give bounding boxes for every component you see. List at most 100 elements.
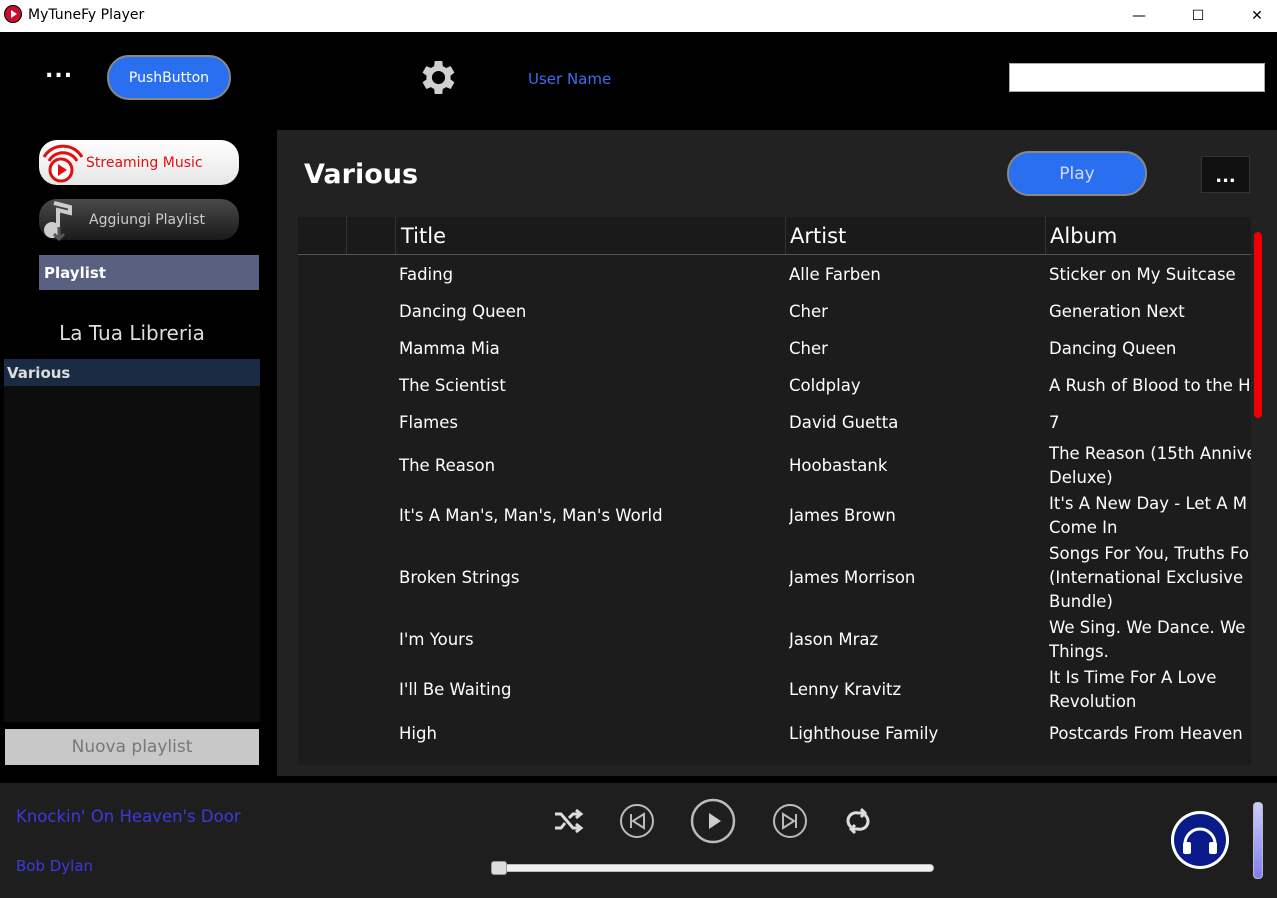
table-row[interactable]: I'm Yours Jason Mraz We Sing. We Dance. We… <box>298 615 1251 665</box>
album-line: Songs For You, Truths Fo <box>1049 544 1249 563</box>
app-logo-icon <box>4 5 22 23</box>
track-album: A Rush of Blood to the H <box>1049 374 1251 398</box>
window-title: MyTuneFy Player <box>28 7 145 23</box>
track-artist: Coldplay <box>789 375 861 395</box>
album-line: Bundle) <box>1049 592 1113 611</box>
album-line: Sticker on My Suitcase <box>1049 264 1236 284</box>
track-artist: Hoobastank <box>789 456 888 475</box>
user-name-label[interactable]: User Name <box>528 70 611 88</box>
library-item-various[interactable]: Various <box>4 359 260 386</box>
play-icon[interactable] <box>690 798 736 844</box>
track-table[interactable]: Title Artist Album Fading Alle Farben Stic… <box>298 217 1251 765</box>
table-row[interactable]: Broken Strings James Morrison Songs For Yo… <box>298 541 1251 615</box>
push-button[interactable]: PushButton <box>107 55 231 100</box>
track-artist: Cher <box>789 338 828 358</box>
title-bar <box>0 0 1277 32</box>
now-playing-artist: Bob Dylan <box>16 857 94 875</box>
library-list[interactable] <box>4 359 260 722</box>
table-row[interactable]: Mamma Mia Cher Dancing Queen <box>298 330 1251 367</box>
track-album: Postcards From Heaven <box>1049 722 1251 746</box>
album-line: Come In <box>1049 518 1118 537</box>
track-album: 7 <box>1049 411 1251 435</box>
album-line: Revolution <box>1049 692 1137 711</box>
album-line: 7 <box>1049 412 1060 432</box>
track-title: I'll Be Waiting <box>399 680 512 699</box>
album-line: (International Exclusive <box>1049 568 1244 587</box>
table-row[interactable]: Flames David Guetta 7 <box>298 404 1251 441</box>
track-artist: Lenny Kravitz <box>789 680 902 699</box>
track-title: I'm Yours <box>399 630 474 649</box>
track-artist: James Morrison <box>789 568 916 587</box>
track-artist: David Guetta <box>789 412 899 432</box>
track-artist: Lighthouse Family <box>789 723 939 743</box>
track-title: Fading <box>399 264 454 284</box>
album-line: A Rush of Blood to the H <box>1049 375 1251 395</box>
album-line: It Is Time For A Love <box>1049 668 1217 687</box>
track-title: High <box>399 723 437 743</box>
track-title: It's A Man's, Man's, Man's World <box>399 506 663 525</box>
music-note-icon <box>44 201 72 241</box>
progress-slider[interactable] <box>492 864 934 872</box>
table-row[interactable]: The Scientist Coldplay A Rush of Blood to … <box>298 367 1251 404</box>
column-header-title[interactable]: Title <box>401 224 446 248</box>
album-line: It's A New Day - Let A M <box>1049 494 1248 513</box>
streaming-music-label: Streaming Music <box>86 155 203 171</box>
track-album: Songs For You, Truths Fo (International E… <box>1049 542 1251 614</box>
track-artist: Jason Mraz <box>789 630 879 649</box>
table-row[interactable]: Dancing Queen Cher Generation Next <box>298 293 1251 330</box>
playlist-header: Playlist <box>39 255 259 290</box>
streaming-icon <box>42 144 84 183</box>
track-title: Broken Strings <box>399 568 520 587</box>
new-playlist-button[interactable]: Nuova playlist <box>5 729 259 765</box>
track-title: Mamma Mia <box>399 338 500 358</box>
track-title: The Scientist <box>399 375 506 395</box>
track-album: Generation Next <box>1049 300 1251 324</box>
track-album: We Sing. We Dance. We S Things. <box>1049 616 1251 664</box>
previous-icon[interactable] <box>619 803 655 839</box>
table-row[interactable]: I'll Be Waiting Lenny Kravitz It Is Time F… <box>298 665 1251 715</box>
album-line: The Reason (15th Anniver <box>1049 444 1251 463</box>
track-album: Sticker on My Suitcase <box>1049 263 1251 287</box>
album-line: Dancing Queen <box>1049 338 1177 358</box>
table-row[interactable]: High Lighthouse Family Postcards From Heav… <box>298 715 1251 752</box>
track-artist: James Brown <box>789 506 896 525</box>
track-album: The Reason (15th Anniver Deluxe) <box>1049 442 1251 490</box>
menu-button[interactable]: ... <box>45 58 73 83</box>
album-line: Generation Next <box>1049 301 1185 321</box>
track-album: Dancing Queen <box>1049 337 1251 361</box>
album-line: Postcards From Heaven <box>1049 723 1243 743</box>
track-album: It Is Time For A Love Revolution <box>1049 666 1251 714</box>
page-title: Various <box>304 159 419 190</box>
column-header-album[interactable]: Album <box>1050 224 1117 248</box>
album-line: We Sing. We Dance. We S <box>1049 618 1251 637</box>
minimize-button[interactable]: — <box>1116 0 1162 32</box>
track-title: Flames <box>399 412 459 432</box>
album-line: Things. <box>1049 642 1109 661</box>
progress-handle[interactable] <box>491 861 507 875</box>
repeat-icon[interactable] <box>843 807 873 835</box>
track-artist: Alle Farben <box>789 264 881 284</box>
close-button[interactable]: ✕ <box>1234 0 1277 32</box>
album-line: Deluxe) <box>1049 468 1113 487</box>
gear-icon[interactable] <box>416 55 461 100</box>
table-row[interactable]: The Reason Hoobastank The Reason (15th Ann… <box>298 441 1251 491</box>
maximize-button[interactable]: ☐ <box>1175 0 1221 32</box>
column-header-artist[interactable]: Artist <box>790 224 846 248</box>
volume-slider[interactable] <box>1253 802 1263 879</box>
headphones-icon[interactable] <box>1170 810 1230 870</box>
more-options-button[interactable]: ... <box>1201 156 1250 193</box>
search-input[interactable] <box>1009 63 1265 92</box>
table-row[interactable]: Fading Alle Farben Sticker on My Suitcase <box>298 256 1251 293</box>
play-all-button[interactable]: Play <box>1007 151 1147 196</box>
table-row[interactable]: It's A Man's, Man's, Man's World James Br… <box>298 491 1251 541</box>
track-title: Dancing Queen <box>399 301 527 321</box>
table-header: Title Artist Album <box>298 217 1251 255</box>
next-icon[interactable] <box>772 803 808 839</box>
now-playing-title: Knockin' On Heaven's Door <box>16 807 241 826</box>
player-bar <box>0 783 1277 898</box>
track-artist: Cher <box>789 301 828 321</box>
track-album: It's A New Day - Let A M Come In <box>1049 492 1251 540</box>
track-title: The Reason <box>399 456 496 475</box>
shuffle-icon[interactable] <box>552 806 584 836</box>
table-scrollbar[interactable] <box>1254 232 1262 418</box>
